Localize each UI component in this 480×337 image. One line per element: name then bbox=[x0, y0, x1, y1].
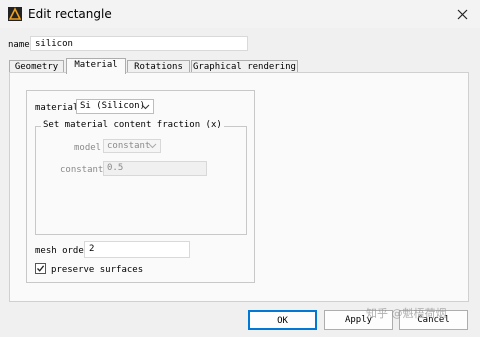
fraction-legend: Set material content fraction (x) bbox=[41, 120, 224, 130]
material-select-value: Si (Silicon) bbox=[80, 101, 146, 111]
app-logo-icon bbox=[8, 7, 22, 21]
watermark: 知乎 @魁梧荷烟 bbox=[366, 307, 447, 320]
material-label: material bbox=[35, 103, 79, 113]
chevron-down-icon bbox=[141, 104, 150, 110]
constant-label: constant bbox=[60, 165, 104, 175]
mesh-order-input[interactable]: 2 bbox=[84, 241, 190, 258]
ok-button[interactable]: OK bbox=[248, 310, 317, 330]
model-label: model bbox=[74, 143, 102, 153]
preserve-surfaces-checkbox[interactable] bbox=[35, 263, 46, 274]
preserve-surfaces-label: preserve surfaces bbox=[51, 265, 144, 275]
close-button[interactable] bbox=[452, 4, 472, 24]
checkmark-icon bbox=[37, 265, 45, 272]
chevron-down-icon bbox=[148, 143, 157, 149]
model-select-value: constant bbox=[107, 141, 151, 151]
material-select[interactable]: Si (Silicon) bbox=[76, 99, 154, 114]
name-label: name bbox=[8, 40, 30, 50]
mesh-order-label: mesh order bbox=[35, 246, 90, 256]
close-icon bbox=[457, 9, 467, 19]
constant-input[interactable]: 0.5 bbox=[103, 161, 207, 176]
name-input[interactable]: silicon bbox=[30, 36, 248, 51]
window-title: Edit rectangle bbox=[28, 7, 112, 21]
tab-material[interactable]: Material bbox=[66, 58, 126, 74]
model-select[interactable]: constant bbox=[103, 139, 161, 153]
